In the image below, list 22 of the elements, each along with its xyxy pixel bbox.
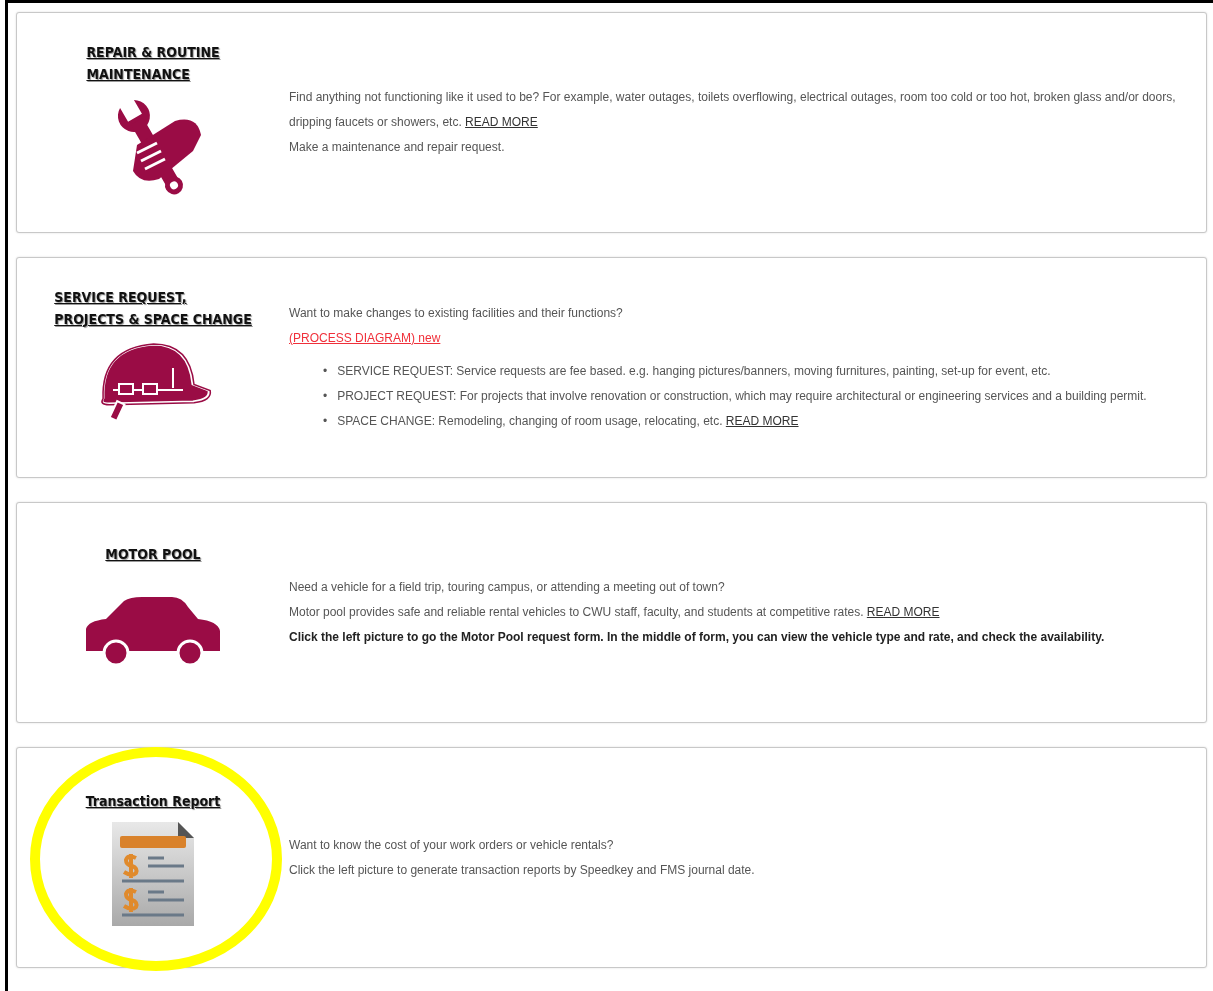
description-text: Make a maintenance and repair request.: [289, 139, 506, 156]
description-text: Want to know the cost of your work orders or vehicle rentals?: [289, 836, 615, 854]
bullet-marker: •: [323, 388, 328, 405]
bullet-item: SERVICE REQUEST: Service requests are fee based. e.g. hanging pictures/banners, moving furnitures, painting, set-up for event, etc.: [337, 363, 1051, 380]
description-text: Want to make changes to existing facilities and their functions?: [289, 305, 624, 322]
description-text: Click the left picture to go the Motor Pool request form. In the middle of form, you can view the vehicle type and rate, and check the availability.: [289, 629, 1106, 646]
description-text: Find anything not functioning like it used to be? For example, water outages, toilets overflowing, electrical outages, room too cold or too hot, broken glass and/or doors, dripping faucets or showers, etc. READ MORE: [289, 89, 1177, 131]
read-more-link[interactable]: READ MORE: [866, 605, 940, 619]
description-text: Click the left picture to generate transaction reports by Speedkey and FMS journal date.: [289, 861, 756, 879]
section-title[interactable]: SERVICE REQUEST, PROJECTS & SPACE CHANGE: [54, 286, 252, 330]
bullet-item: PROJECT REQUEST: For projects that involve renovation or construction, which may require architectural or engineering services and a building permit.: [337, 388, 1147, 405]
section-title[interactable]: MOTOR POOL: [105, 543, 201, 565]
read-more-link[interactable]: READ MORE: [725, 414, 799, 428]
bullet-marker: •: [323, 413, 328, 430]
description-text: Motor pool provides safe and reliable rental vehicles to CWU staff, faculty, and students at competitive rates. READ MORE: [289, 604, 941, 621]
bullet-marker: •: [323, 363, 328, 380]
read-more-link[interactable]: READ MORE: [465, 115, 538, 129]
section-title[interactable]: REPAIR & ROUTINE MAINTENANCE: [86, 41, 220, 85]
description-text: Need a vehicle for a field trip, touring campus, or attending a meeting out of town?: [289, 579, 726, 596]
process-diagram-link[interactable]: (PROCESS DIAGRAM) new: [289, 331, 441, 345]
section-title[interactable]: Transaction Report: [85, 790, 221, 812]
bullet-item: SPACE CHANGE: Remodeling, changing of room usage, relocating, etc. READ MORE: [337, 413, 799, 430]
